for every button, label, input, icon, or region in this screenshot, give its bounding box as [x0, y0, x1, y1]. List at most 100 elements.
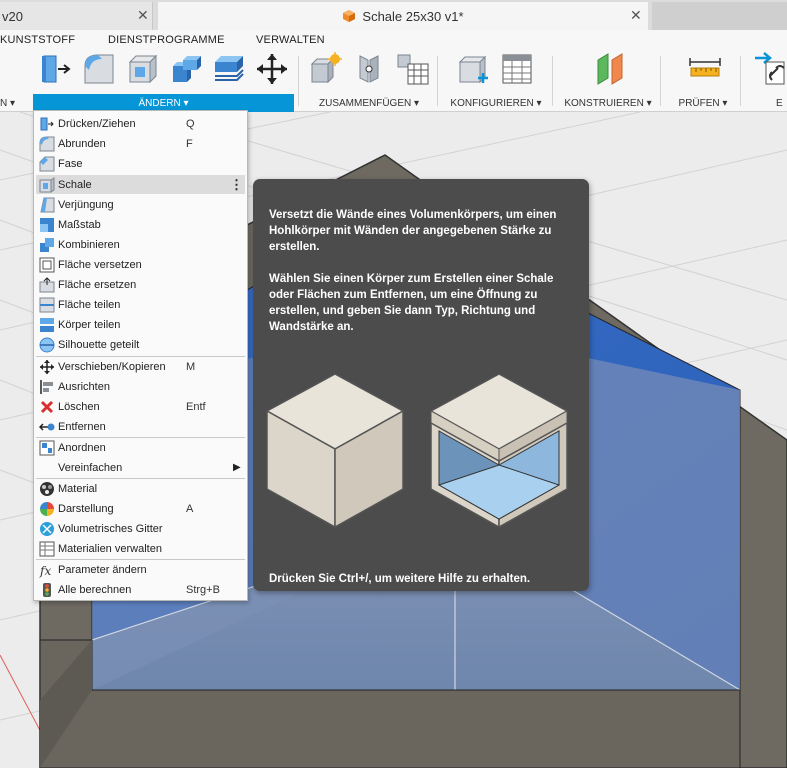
document-tab-bar: v20 ✕ Schale 25x30 v1* ✕	[0, 0, 787, 30]
toolbar-separator	[740, 56, 741, 106]
close-icon[interactable]: ✕	[630, 7, 642, 24]
menu-item-volumetrisches-gitter[interactable]: Volumetrisches Gitter	[36, 519, 245, 538]
tab-previous-label: v20	[2, 8, 23, 24]
menu-item-label: Fläche teilen	[58, 298, 121, 311]
menu-item-materialien-verwalten[interactable]: Materialien verwalten	[36, 539, 245, 558]
menu-item-label: Fase	[58, 157, 83, 170]
aendern-dropdown-menu: Drücken/Ziehen Q Abrunden F Fase Schale …	[33, 110, 248, 601]
menu-item-label: Löschen	[58, 400, 100, 413]
menu-item-loeschen[interactable]: Löschen Entf	[36, 397, 245, 416]
menu-item-shortcut: Entf	[186, 400, 206, 413]
menu-item-ausrichten[interactable]: Ausrichten	[36, 377, 245, 396]
menu-item-entfernen[interactable]: Entfernen	[36, 417, 245, 436]
fillet-icon	[39, 136, 55, 151]
menu-item-alle-berechnen[interactable]: Alle berechnen Strg+B	[36, 580, 245, 599]
fillet-icon[interactable]	[82, 52, 116, 86]
group-label-left-partial[interactable]: N ▾	[0, 94, 22, 112]
group-label-right-partial[interactable]: E	[776, 94, 787, 112]
menu-item-label: Material	[58, 482, 98, 495]
menu-item-parameter-aendern[interactable]: fx Parameter ändern	[36, 560, 245, 579]
menu-item-shortcut: Strg+B	[186, 583, 220, 596]
toolbar-separator	[660, 56, 661, 106]
configuration-table-icon[interactable]	[500, 52, 534, 86]
menu-item-flaeche-teilen[interactable]: Fläche teilen	[36, 295, 245, 314]
menu-item-label: Anordnen	[58, 441, 106, 454]
more-options-icon[interactable]: ⋮	[230, 177, 243, 193]
toolbar-separator	[298, 56, 299, 106]
menu-item-label: Darstellung	[58, 502, 114, 515]
insert-link-icon[interactable]	[752, 52, 786, 86]
offset-face-icon	[39, 257, 55, 272]
tab-active-label: Schale 25x30 v1*	[362, 8, 464, 24]
menu-item-label: Ausrichten	[58, 380, 110, 393]
tooltip-description: Versetzt die Wände eines Volumenkörpers,…	[269, 209, 557, 253]
menu-item-label: Drücken/Ziehen	[58, 117, 136, 130]
menu-item-label: Körper teilen	[58, 318, 121, 331]
ribbon-toolbar: KUNSTSTOFF DIENSTPROGRAMME VERWALTEN N ▾…	[0, 30, 787, 112]
menu-item-label: Materialien verwalten	[58, 542, 162, 555]
menu-item-shortcut: M	[186, 360, 196, 373]
as-built-joint-icon[interactable]	[396, 52, 430, 86]
group-label-konstruieren[interactable]: KONSTRUIEREN ▾	[560, 94, 656, 112]
shell-icon[interactable]	[126, 52, 160, 86]
menu-item-silhouette-geteilt[interactable]: Silhouette geteilt	[36, 335, 245, 354]
manage-materials-icon	[39, 541, 55, 556]
combine-icon[interactable]	[170, 52, 204, 86]
shell-icon	[39, 176, 55, 193]
tab-next-document[interactable]	[652, 2, 787, 30]
group-label-zusammenfuegen[interactable]: ZUSAMMENFÜGEN ▾	[306, 94, 432, 112]
menu-item-shortcut: Q	[186, 117, 195, 130]
compute-all-icon	[43, 582, 51, 597]
tab-active-document[interactable]: Schale 25x30 v1* ✕	[158, 2, 648, 30]
menu-item-flaeche-versetzen[interactable]: Fläche versetzen	[36, 255, 245, 274]
remove-icon	[39, 422, 55, 431]
menu-item-fase[interactable]: Fase	[36, 154, 245, 173]
ribbon-tab-dienstprogramme[interactable]: DIENSTPROGRAMME	[108, 34, 225, 46]
press-pull-icon	[40, 117, 54, 130]
group-label-pruefen[interactable]: PRÜFEN ▾	[670, 94, 736, 112]
menu-item-massstab[interactable]: Maßstab	[36, 215, 245, 234]
menu-item-schale[interactable]: Schale ⋮	[36, 175, 245, 194]
chamfer-icon	[39, 156, 55, 171]
group-label-konfigurieren[interactable]: KONFIGURIEREN ▾	[444, 94, 548, 112]
parameters-icon: fx	[39, 564, 51, 578]
menu-item-koerper-teilen[interactable]: Körper teilen	[36, 315, 245, 334]
measure-icon[interactable]	[688, 52, 722, 86]
split-body-icon	[40, 317, 54, 332]
draft-icon	[40, 197, 55, 212]
menu-item-verjuengung[interactable]: Verjüngung	[36, 195, 245, 214]
move-icon[interactable]	[255, 52, 289, 86]
menu-item-shortcut: A	[186, 502, 194, 515]
menu-item-label: Fläche versetzen	[58, 258, 142, 271]
construct-plane-icon[interactable]	[594, 52, 628, 86]
menu-item-kombinieren[interactable]: Kombinieren	[36, 235, 245, 254]
close-icon[interactable]: ✕	[137, 7, 149, 24]
menu-item-label: Volumetrisches Gitter	[58, 522, 163, 535]
new-component-icon[interactable]	[308, 52, 342, 86]
menu-item-verschieben-kopieren[interactable]: Verschieben/Kopieren M	[36, 357, 245, 376]
offset-face-icon[interactable]	[212, 52, 246, 86]
menu-item-druecken-ziehen[interactable]: Drücken/Ziehen Q	[36, 114, 245, 133]
menu-item-flaeche-ersetzen[interactable]: Fläche ersetzen	[36, 275, 245, 294]
menu-item-darstellung[interactable]: Darstellung A	[36, 499, 245, 518]
menu-item-abrunden[interactable]: Abrunden F	[36, 134, 245, 153]
toolbar-separator	[437, 56, 438, 106]
ribbon-tab-verwalten[interactable]: VERWALTEN	[256, 34, 325, 46]
menu-item-label: Silhouette geteilt	[58, 338, 140, 351]
split-face-icon	[39, 297, 55, 312]
menu-item-label: Abrunden	[58, 137, 106, 150]
configure-icon[interactable]	[456, 52, 490, 86]
toolbar-separator	[552, 56, 553, 106]
arrange-icon	[39, 440, 55, 455]
menu-item-vereinfachen[interactable]: Vereinfachen ▶	[36, 458, 245, 477]
ribbon-tab-kunststoff[interactable]: KUNSTSTOFF	[0, 34, 75, 46]
menu-item-anordnen[interactable]: Anordnen	[36, 438, 245, 457]
tab-previous-document[interactable]: v20 ✕	[0, 2, 153, 30]
align-icon	[40, 379, 53, 394]
joint-icon[interactable]	[352, 52, 386, 86]
hollow-shell-illustration	[429, 373, 569, 529]
press-pull-icon[interactable]	[40, 52, 74, 86]
menu-item-material[interactable]: Material	[36, 479, 245, 498]
replace-face-icon	[39, 276, 55, 292]
menu-item-label: Kombinieren	[58, 238, 120, 251]
